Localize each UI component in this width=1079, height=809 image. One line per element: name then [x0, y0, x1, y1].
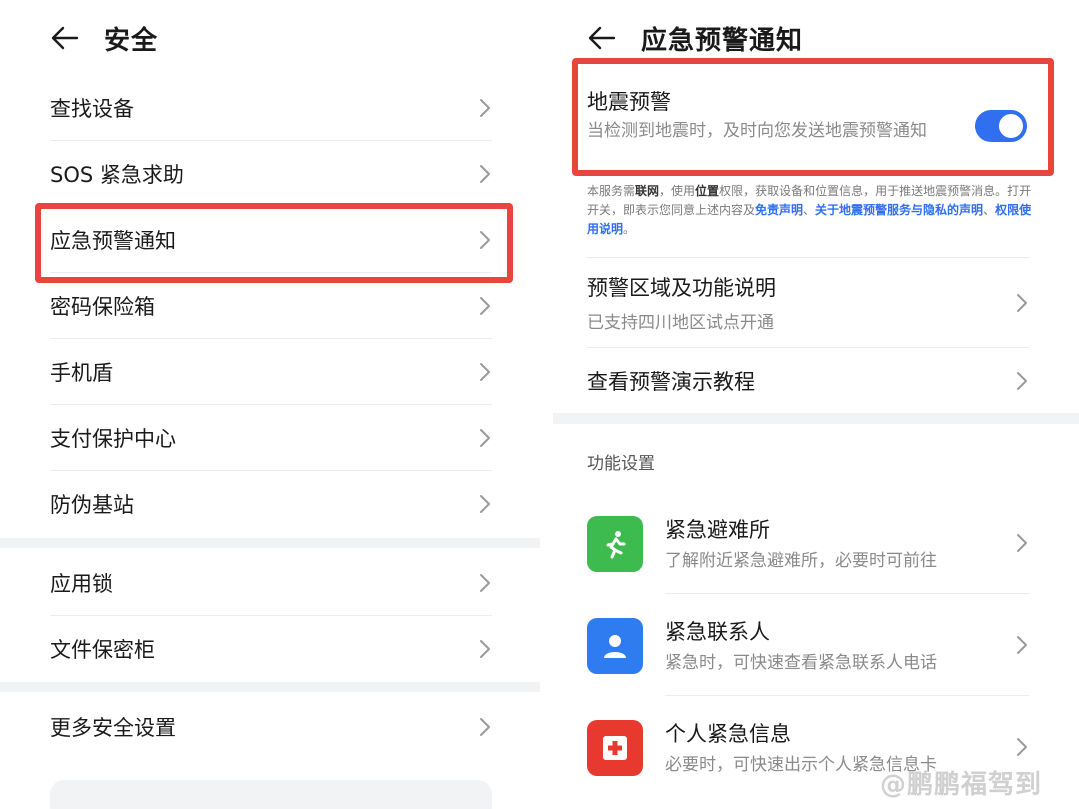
disclaimer-text: 本服务需 [587, 184, 636, 198]
disclaimer-link[interactable]: 免责声明 [755, 203, 803, 217]
section-gap [553, 413, 1079, 424]
disclaimer-end: 。 [623, 222, 636, 236]
menu-item-label: 应用锁 [50, 571, 113, 596]
chevron-right-icon [480, 362, 490, 381]
chevron-right-icon [480, 718, 490, 736]
menu-item-label: 密码保险箱 [50, 294, 155, 319]
alert-area-title: 预警区域及功能说明 [587, 276, 776, 300]
privacy-statement-link[interactable]: 关于地震预警服务与隐私的声明 [815, 203, 983, 217]
section-gap [0, 682, 540, 692]
chevron-right-icon [1017, 534, 1027, 552]
service-disclaimer: 本服务需联网，使用位置权限，获取设备和位置信息，用于推送地震预警消息。打开开关，… [587, 182, 1033, 239]
feature-title: 个人紧急信息 [665, 722, 791, 746]
emergency-header: 应急预警通知 [587, 14, 803, 62]
chevron-right-icon [480, 296, 490, 315]
security-header: 安全 [50, 14, 158, 62]
disclaimer-text: ，使用 [659, 184, 696, 198]
earthquake-alert-description: 当检测到地震时，及时向您发送地震预警通知 [587, 121, 927, 141]
chevron-right-icon [480, 164, 490, 183]
section-gap [0, 538, 540, 548]
chevron-right-icon [480, 640, 490, 658]
chevron-right-icon [480, 573, 490, 592]
menu-item-emergency-alert[interactable]: 应急预警通知 [50, 207, 492, 273]
feature-subtitle: 了解附近紧急避难所，必要时可前往 [665, 551, 937, 571]
menu-item-label: 查找设备 [50, 96, 134, 121]
chevron-right-icon [480, 428, 490, 447]
bottom-card [50, 780, 492, 809]
section-label: 功能设置 [587, 454, 655, 474]
feature-title: 紧急避难所 [665, 518, 770, 542]
chevron-right-icon [1017, 738, 1027, 756]
menu-item-payment-protection[interactable]: 支付保护中心 [50, 405, 492, 471]
menu-item-label: 应急预警通知 [50, 228, 176, 253]
contact-person-icon [587, 618, 643, 674]
watermark: @鹏鹏福驾到 [880, 770, 1043, 800]
running-person-icon [587, 516, 643, 572]
disclaimer-bold-location: 位置 [695, 184, 720, 198]
feature-emergency-contacts[interactable]: 紧急联系人 紧急时，可快速查看紧急联系人电话 [587, 596, 1029, 696]
feature-title: 紧急联系人 [665, 620, 770, 644]
security-settings-panel: 安全 查找设备 SOS 紧急求助 应急预警通知 密码保险箱 手机盾 支付保护中心… [0, 0, 540, 809]
page-title: 安全 [104, 25, 159, 56]
menu-item-find-device[interactable]: 查找设备 [50, 75, 492, 141]
menu-item-label: 手机盾 [50, 360, 113, 385]
menu-item-label: 文件保密柜 [50, 638, 155, 662]
demo-tutorial-row[interactable]: 查看预警演示教程 [587, 347, 1029, 413]
menu-item-password-vault[interactable]: 密码保险箱 [50, 273, 492, 339]
chevron-right-icon [1017, 636, 1027, 654]
menu-item-file-safe[interactable]: 文件保密柜 [50, 616, 492, 682]
disclaimer-bold-network: 联网 [635, 184, 660, 198]
alert-area-text: 预警区域及功能说明 已支持四川地区试点开通 [587, 272, 776, 333]
menu-item-label: SOS 紧急求助 [50, 162, 184, 187]
menu-item-sos[interactable]: SOS 紧急求助 [50, 141, 492, 207]
disclaimer-separator: 、 [803, 203, 816, 217]
toggle-knob [999, 114, 1023, 138]
medical-cross-icon [587, 720, 643, 776]
menu-item-fake-base-station[interactable]: 防伪基站 [50, 471, 492, 537]
disclaimer-separator: 、 [983, 203, 996, 217]
alert-area-row[interactable]: 预警区域及功能说明 已支持四川地区试点开通 [587, 257, 1029, 347]
feature-subtitle: 紧急时，可快速查看紧急联系人电话 [665, 653, 937, 673]
menu-item-more-security[interactable]: 更多安全设置 [50, 694, 492, 760]
menu-item-app-lock[interactable]: 应用锁 [50, 550, 492, 616]
chevron-right-icon [480, 495, 490, 513]
separator [665, 593, 1029, 594]
chevron-right-icon [1017, 371, 1027, 390]
chevron-right-icon [480, 98, 490, 117]
menu-item-phone-shield[interactable]: 手机盾 [50, 339, 492, 405]
feature-shelter[interactable]: 紧急避难所 了解附近紧急避难所，必要时可前往 [587, 494, 1029, 594]
panel-divider [540, 0, 553, 809]
earthquake-alert-toggle[interactable] [975, 110, 1027, 142]
back-arrow-icon[interactable] [587, 23, 617, 53]
menu-item-label: 防伪基站 [50, 493, 134, 517]
chevron-right-icon [1017, 293, 1027, 312]
emergency-alert-panel: 应急预警通知 地震预警 当检测到地震时，及时向您发送地震预警通知 本服务需联网，… [553, 0, 1079, 809]
separator [665, 695, 1029, 696]
back-arrow-icon[interactable] [50, 23, 80, 53]
earthquake-alert-title: 地震预警 [587, 90, 671, 114]
page-title: 应急预警通知 [641, 25, 804, 56]
demo-tutorial-title: 查看预警演示教程 [587, 369, 755, 394]
alert-area-subtitle: 已支持四川地区试点开通 [587, 313, 774, 333]
menu-item-label: 支付保护中心 [50, 426, 176, 451]
chevron-right-icon [480, 230, 490, 249]
menu-item-label: 更多安全设置 [50, 716, 176, 740]
